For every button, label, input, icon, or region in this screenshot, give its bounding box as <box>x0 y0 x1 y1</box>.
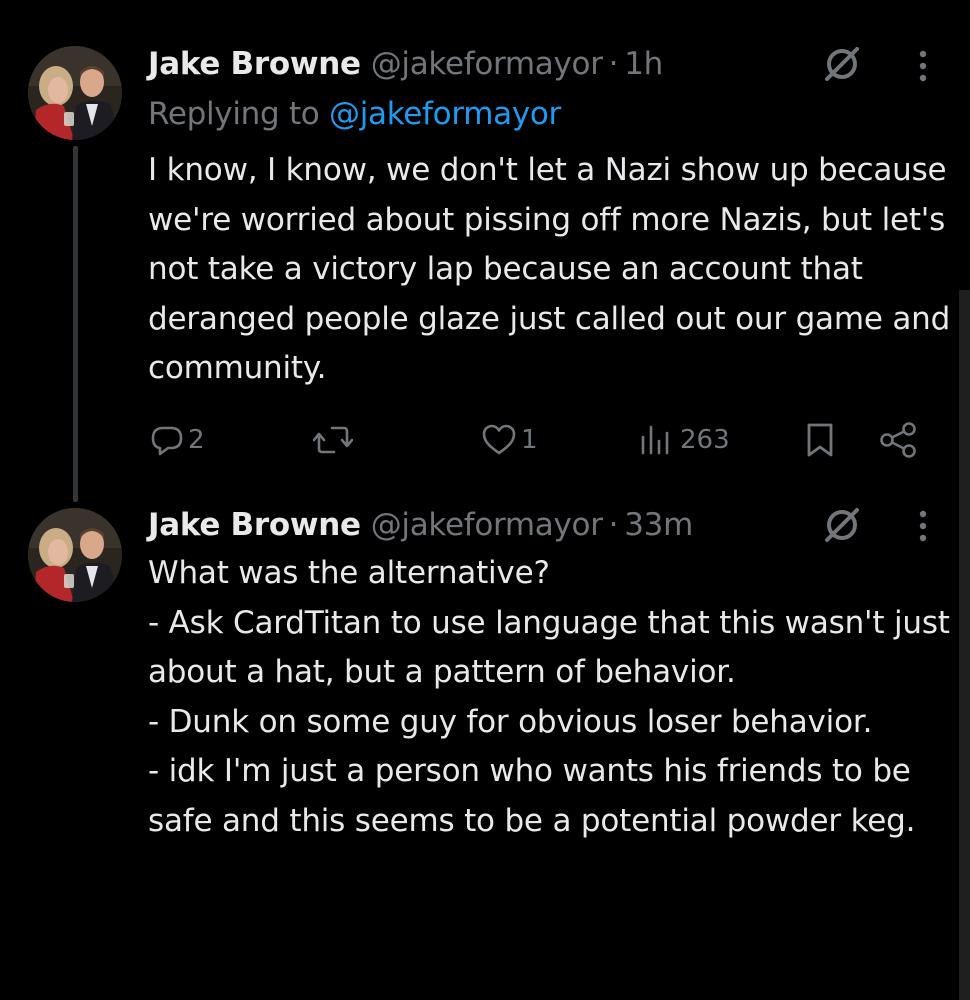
tweet-body: What was the alternative? - Ask CardTita… <box>148 549 953 846</box>
avatar[interactable] <box>28 508 122 602</box>
timestamp[interactable]: 33m <box>624 505 693 545</box>
tweet-body: I know, I know, we don't let a Nazi show… <box>148 146 953 394</box>
reply-count: 2 <box>188 425 205 455</box>
tweet-text-line: - idk I'm just a person who wants his fr… <box>148 753 916 839</box>
replying-mention[interactable]: @jakeformayor <box>329 96 561 132</box>
grok-icon[interactable] <box>820 42 864 86</box>
tweet-text-line: - Ask CardTitan to use language that thi… <box>148 604 950 691</box>
bookmark-button[interactable] <box>804 415 836 465</box>
separator-dot: · <box>608 507 619 543</box>
reply-button[interactable]: 2 <box>150 415 205 465</box>
avatar[interactable] <box>28 46 122 140</box>
views-icon <box>641 425 669 455</box>
share-icon <box>880 422 916 458</box>
author-handle[interactable]: @jakeformayor <box>371 44 603 84</box>
action-bar: 2 1 263 <box>0 415 970 465</box>
grok-icon[interactable] <box>820 503 864 547</box>
author-name[interactable]: Jake Browne <box>148 44 361 84</box>
avatar-photo <box>28 46 122 140</box>
tweet-text-line: - Dunk on some guy for obvious loser beh… <box>148 703 873 740</box>
tweet-text: I know, I know, we don't let a Nazi show… <box>148 152 951 386</box>
timestamp[interactable]: 1h <box>624 44 663 84</box>
reply-icon <box>151 426 183 456</box>
more-icon[interactable] <box>913 506 933 546</box>
author-handle[interactable]: @jakeformayor <box>371 505 603 545</box>
share-button[interactable] <box>878 415 918 465</box>
replying-to: Replying to @jakeformayor <box>148 94 561 134</box>
like-count: 1 <box>521 425 538 455</box>
author-name[interactable]: Jake Browne <box>148 505 361 545</box>
replying-prefix: Replying to <box>148 96 330 132</box>
bookmark-icon <box>807 423 833 457</box>
views-count: 263 <box>680 425 730 455</box>
separator-dot: · <box>608 46 619 82</box>
more-icon[interactable] <box>913 46 933 86</box>
repost-button[interactable] <box>313 415 357 465</box>
tweet-header: Jake Browne @jakeformayor · 33m <box>148 505 693 545</box>
repost-icon <box>313 426 353 454</box>
avatar-photo <box>28 508 122 602</box>
tweet-header: Jake Browne @jakeformayor · 1h <box>148 44 663 84</box>
like-button[interactable]: 1 <box>481 415 538 465</box>
tweet-1[interactable]: Jake Browne @jakeformayor · 1h Replying … <box>0 0 970 502</box>
tweet-text-line: What was the alternative? <box>148 555 550 591</box>
like-icon <box>482 424 516 455</box>
tweet-2[interactable]: Jake Browne @jakeformayor · 33m What was… <box>0 500 970 1000</box>
views-button[interactable]: 263 <box>638 415 730 465</box>
